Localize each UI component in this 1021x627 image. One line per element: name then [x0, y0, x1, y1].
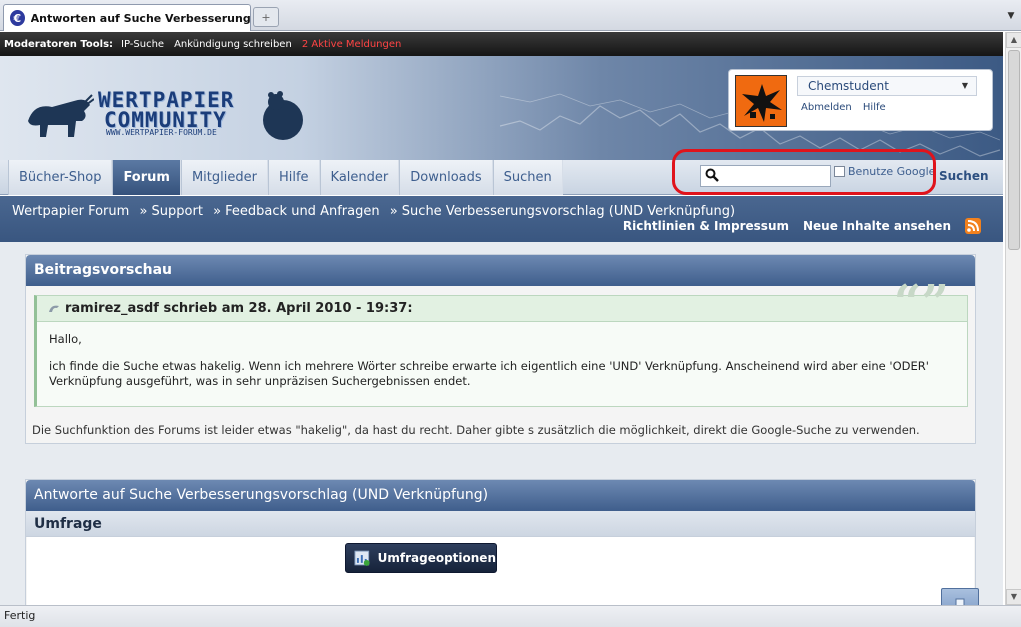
poll-options-button[interactable]: Umfrageoptionen	[345, 543, 497, 573]
tab-list-dropdown-icon[interactable]: ▼	[1003, 7, 1019, 25]
avatar[interactable]	[735, 75, 787, 127]
quote-author: ramirez_asdf schrieb am 28. April 2010 -…	[65, 301, 413, 316]
active-reports-link[interactable]: 2 Aktive Meldungen	[302, 39, 402, 50]
breadcrumb-feedback[interactable]: » Feedback und Anfragen	[213, 204, 380, 219]
breadcrumb: Wertpapier Forum » Support » Feedback un…	[12, 204, 741, 219]
user-menu-dropdown[interactable]: Chemstudent ▼	[797, 76, 977, 96]
search-highlight-annotation	[672, 149, 936, 195]
bear-logo-icon	[263, 91, 303, 140]
chevron-down-icon: ▼	[961, 81, 968, 90]
poll-options-label: Umfrageoptionen	[377, 551, 496, 565]
post-preview-panel: Beitragsvorschau ramirez_asdf schrieb am…	[25, 254, 976, 444]
breadcrumb-home[interactable]: Wertpapier Forum	[12, 204, 129, 219]
status-text: Fertig	[4, 609, 36, 622]
tab-suchen[interactable]: Suchen	[492, 160, 563, 195]
quote-greeting: Hallo,	[49, 332, 82, 346]
scrollbar-thumb[interactable]	[1008, 50, 1020, 250]
subnav-links: Richtlinien & Impressum Neue Inhalte ans…	[609, 218, 981, 234]
announcement-link[interactable]: Ankündigung schreiben	[174, 39, 292, 50]
reply-title: Antworte auf Suche Verbesserungsvorschla…	[26, 480, 975, 511]
bull-logo-icon	[28, 94, 94, 137]
quotation-marks-icon: “”	[893, 275, 949, 331]
preview-reply-text: Die Suchfunktion des Forums ist leider e…	[32, 423, 920, 437]
browser-tab-bar: € Antworten auf Suche Verbesserungs... +…	[0, 0, 1021, 31]
tab-buecher-shop[interactable]: Bücher-Shop	[8, 160, 113, 195]
guidelines-link[interactable]: Richtlinien & Impressum	[623, 219, 789, 233]
help-link[interactable]: Hilfe	[863, 102, 886, 113]
tab-mitglieder[interactable]: Mitglieder	[180, 160, 268, 195]
tab-downloads[interactable]: Downloads	[399, 160, 493, 195]
ip-search-link[interactable]: IP-Suche	[121, 39, 164, 50]
nav-tabs: Bücher-Shop Forum Mitglieder Hilfe Kalen…	[8, 160, 563, 195]
user-links: Abmelden Hilfe	[801, 102, 894, 113]
new-tab-button[interactable]: +	[253, 7, 279, 27]
moderator-toolbar: Moderatoren Tools: IP-Suche Ankündigung …	[0, 32, 1003, 56]
rss-glyph-icon	[967, 220, 979, 232]
new-content-link[interactable]: Neue Inhalte ansehen	[803, 219, 951, 233]
username: Chemstudent	[808, 79, 889, 93]
poll-chart-icon	[354, 550, 370, 566]
scroll-down-arrow-icon[interactable]: ▼	[1006, 589, 1021, 605]
tab-hilfe[interactable]: Hilfe	[267, 160, 320, 195]
quote-header: ramirez_asdf schrieb am 28. April 2010 -…	[37, 279, 967, 327]
browser-status-bar: Fertig	[0, 605, 1021, 627]
explosive-hazard-icon	[736, 76, 786, 126]
user-box: Chemstudent ▼ Abmelden Hilfe	[728, 69, 993, 131]
logo-url: WWW.WERTPAPIER-FORUM.DE	[106, 128, 217, 137]
breadcrumb-bar: Wertpapier Forum » Support » Feedback un…	[0, 196, 1003, 242]
logout-link[interactable]: Abmelden	[801, 102, 852, 113]
scroll-up-arrow-icon[interactable]: ▲	[1006, 32, 1021, 48]
breadcrumb-support[interactable]: » Support	[139, 204, 202, 219]
rss-icon[interactable]	[965, 218, 981, 234]
poll-section-title: Umfrage	[26, 511, 975, 537]
vertical-scrollbar[interactable]: ▲ ▼	[1005, 32, 1021, 605]
quote-block: ramirez_asdf schrieb am 28. April 2010 -…	[34, 279, 968, 407]
preview-title: Beitragsvorschau	[26, 255, 975, 286]
moderator-label: Moderatoren Tools:	[4, 38, 114, 50]
reply-panel: Antworte auf Suche Verbesserungsvorschla…	[25, 479, 976, 617]
euro-favicon-icon: €	[10, 10, 25, 26]
tab-forum[interactable]: Forum	[112, 160, 181, 195]
quote-arrow-icon	[49, 305, 59, 312]
search-button[interactable]: Suchen	[939, 169, 989, 183]
quote-body: Hallo, ich finde die Suche etwas hakelig…	[37, 322, 967, 411]
quote-text: ich finde die Suche etwas hakelig. Wenn …	[49, 359, 929, 388]
browser-tab[interactable]: € Antworten auf Suche Verbesserungs...	[3, 4, 251, 31]
breadcrumb-current-topic[interactable]: » Suche Verbesserungsvorschlag (UND Verk…	[390, 204, 735, 219]
tab-title: Antworten auf Suche Verbesserungs...	[30, 11, 250, 25]
tab-kalender[interactable]: Kalender	[319, 160, 400, 195]
